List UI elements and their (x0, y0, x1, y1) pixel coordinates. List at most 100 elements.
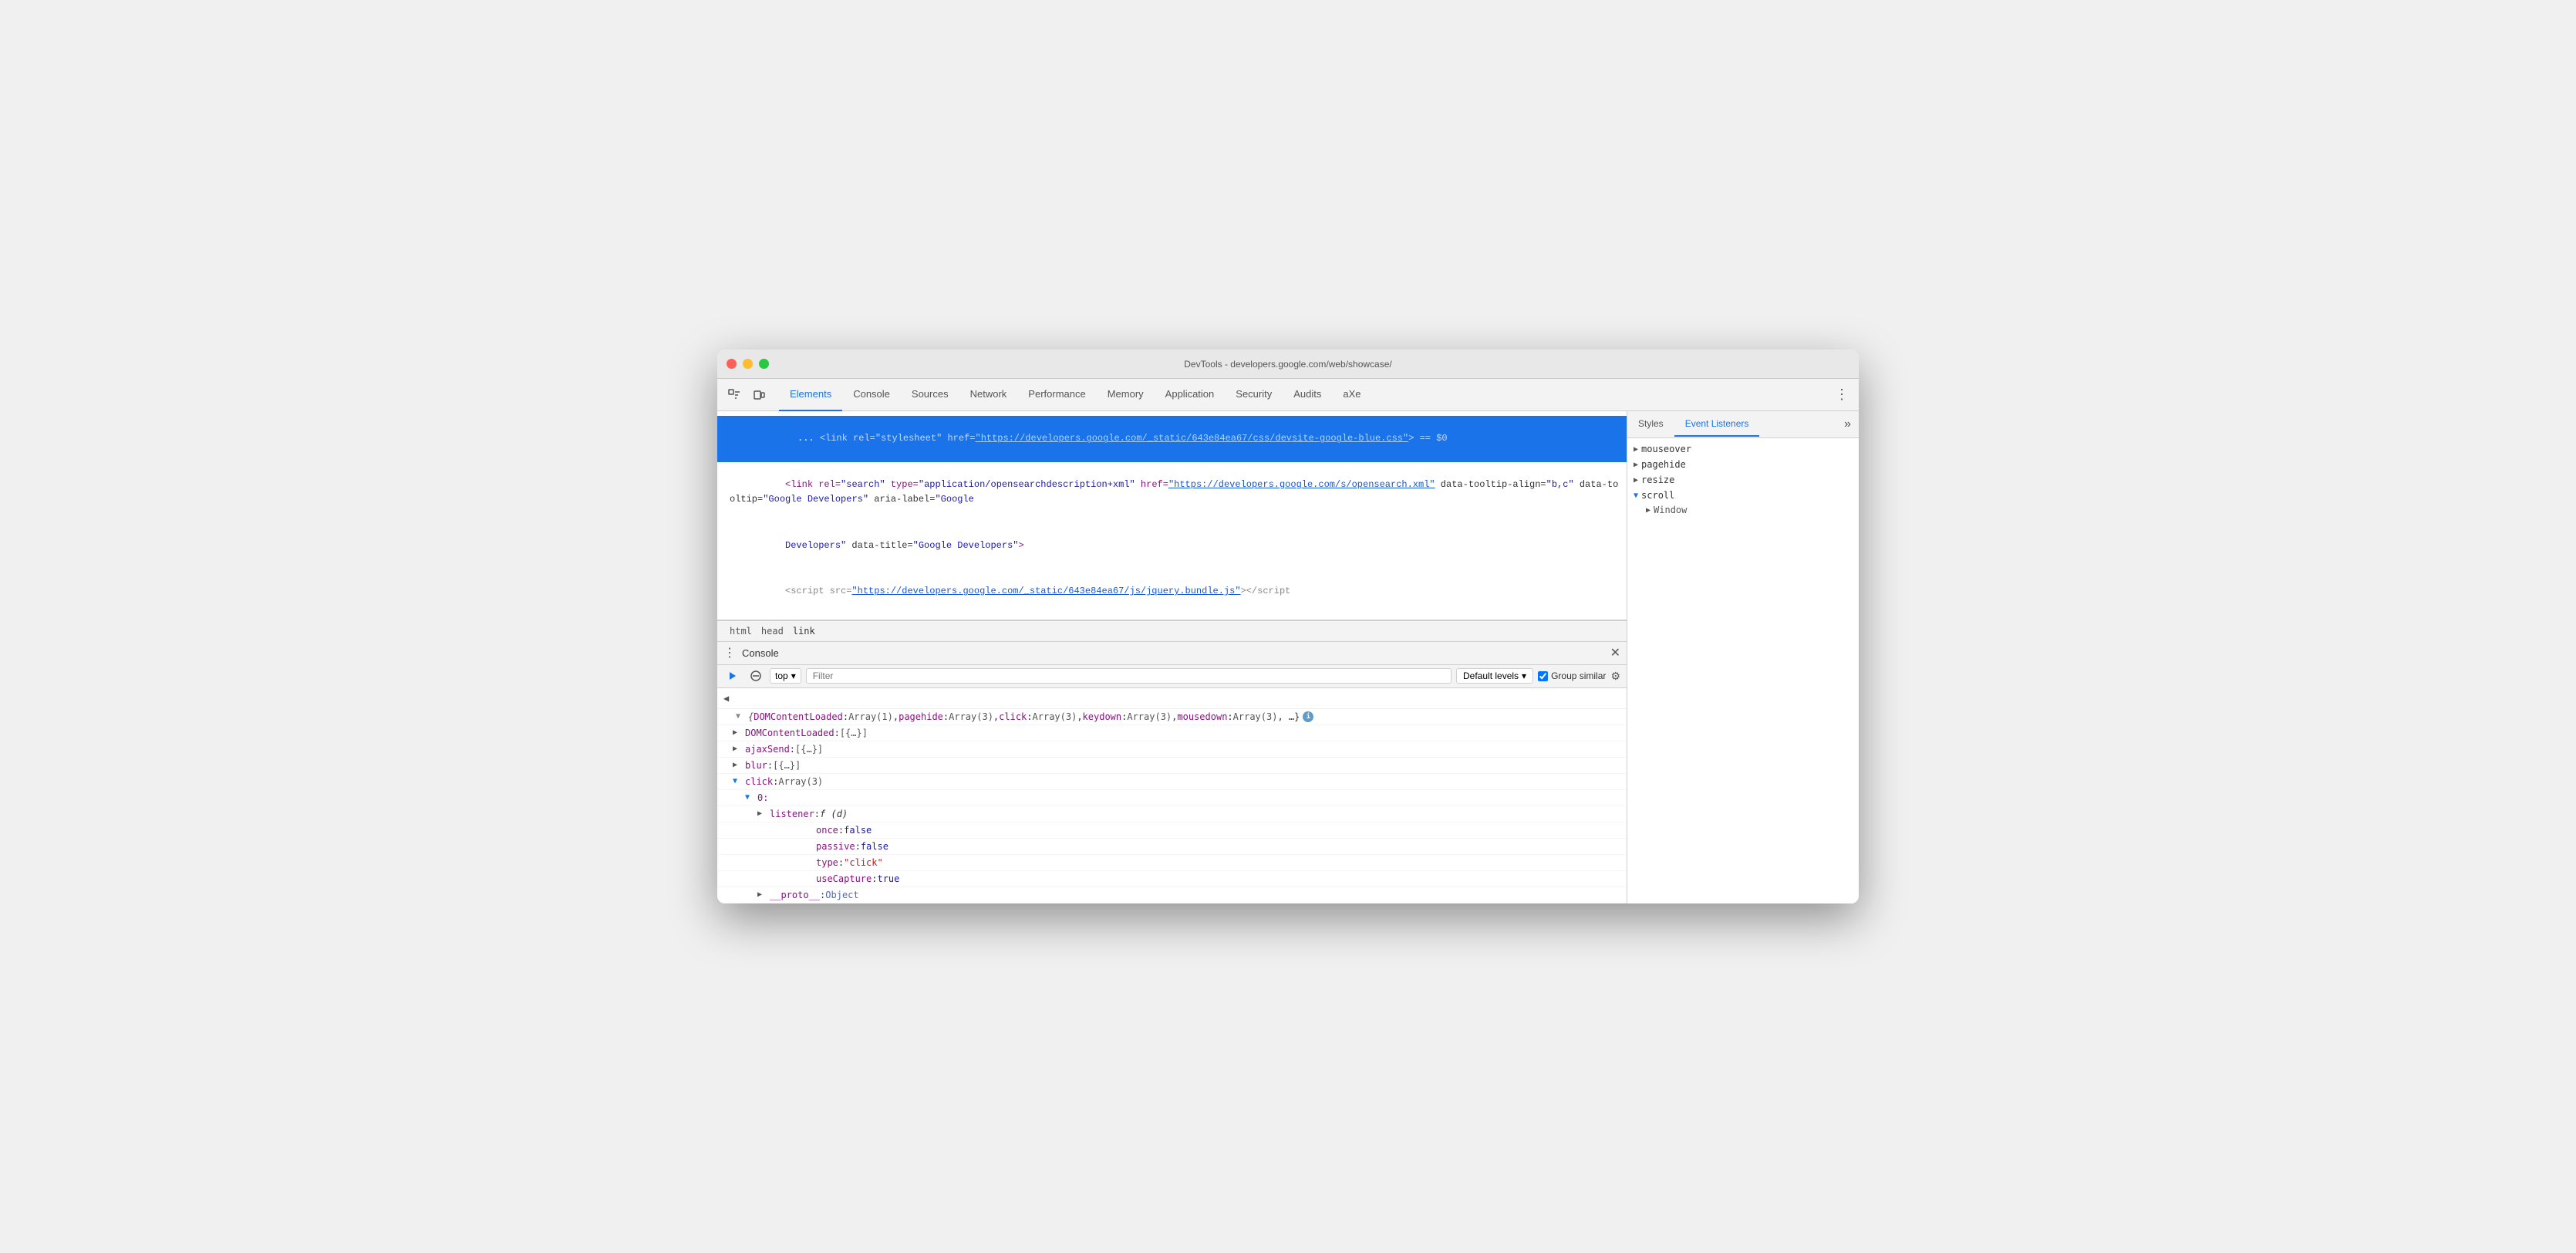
href2-attr: href= (1135, 479, 1168, 490)
entry-usecapture[interactable]: useCapture: true (717, 871, 1627, 887)
event-item-mouseover[interactable]: ▶ mouseover (1627, 441, 1859, 457)
group-similar-checkbox[interactable] (1538, 671, 1548, 681)
tab-elements[interactable]: Elements (779, 379, 842, 411)
dom-line-3[interactable]: <script src="https://developers.google.c… (717, 569, 1627, 615)
opensearch-url[interactable]: "https://developers.google.com/s/opensea… (1168, 479, 1435, 490)
tab-audits[interactable]: Audits (1283, 379, 1332, 411)
dom-line-2b: Developers" data-title="Google Developer… (717, 523, 1627, 569)
pagehide-expand-icon[interactable]: ▶ (1634, 461, 1638, 469)
type-val: "application/opensearchdescription+xml" (919, 479, 1135, 490)
entry-type[interactable]: type: "click" (717, 855, 1627, 871)
devtools-window: DevTools - developers.google.com/web/sho… (717, 350, 1859, 903)
context-selector[interactable]: top ▾ (770, 668, 801, 684)
console-output: ◀ ▼ {DOMContentLoaded: Array(1), pagehid… (717, 688, 1627, 903)
maximize-button[interactable] (759, 359, 769, 369)
window-expand-icon[interactable]: ▶ (1646, 506, 1650, 515)
back-arrow-icon[interactable]: ◀ (723, 693, 729, 704)
stylesheet-url[interactable]: "https://developers.google.com/_static/6… (976, 433, 1409, 444)
expand-arrow-domcl[interactable]: ▶ (733, 728, 737, 737)
main-content: ... <link rel="stylesheet" href="https:/… (717, 411, 1859, 903)
key-once: once (770, 825, 838, 836)
tab-performance[interactable]: Performance (1017, 379, 1096, 411)
tab-styles[interactable]: Styles (1627, 412, 1674, 437)
sep-passive: : (855, 841, 861, 852)
entry-domcontentloaded[interactable]: ▶ DOMContentLoaded: [{…}] (717, 725, 1627, 741)
key-idx0: 0: (757, 792, 768, 803)
entry-once[interactable]: once: false (717, 822, 1627, 839)
window-title: DevTools - developers.google.com/web/sho… (1184, 359, 1391, 370)
expand-arrow-proto[interactable]: ▶ (757, 890, 762, 899)
window-label: Window (1654, 505, 1687, 515)
breadcrumb-link[interactable]: link (790, 624, 818, 638)
toolbar-icons (723, 384, 770, 406)
close-button[interactable] (727, 359, 737, 369)
info-icon[interactable]: i (1303, 711, 1313, 722)
key-blur: blur (745, 760, 767, 771)
expand-arrow-ajax[interactable]: ▶ (733, 745, 737, 753)
more-tabs-icon[interactable]: ⋮ (1831, 384, 1853, 406)
expand-arrow-listener[interactable]: ▶ (757, 809, 762, 818)
key-ajaxsend: ajaxSend (745, 744, 790, 755)
entry-click[interactable]: ▼ click: Array(3) (717, 774, 1627, 790)
entry-ajaxsend[interactable]: ▶ ajaxSend: [{…}] (717, 741, 1627, 758)
console-entry-root[interactable]: ▼ {DOMContentLoaded: Array(1), pagehide:… (717, 709, 1627, 725)
console-settings-icon[interactable]: ⚙ (1610, 670, 1620, 683)
inspect-element-icon[interactable] (723, 384, 745, 406)
arr4: Array(3) (1127, 711, 1172, 722)
console-header: ⋮ Console ✕ (717, 642, 1627, 665)
entry-passive[interactable]: passive: false (717, 839, 1627, 855)
scroll-expand-icon[interactable]: ▼ (1634, 491, 1638, 500)
tab-application[interactable]: Application (1155, 379, 1226, 411)
tab-memory[interactable]: Memory (1097, 379, 1155, 411)
entry-index-0[interactable]: ▼ 0: (717, 790, 1627, 806)
val-blur: [{…}] (773, 760, 801, 771)
dom-line-2[interactable]: <link rel="search" type="application/ope… (717, 462, 1627, 523)
key-domcontentloaded: DOMContentLoaded (745, 728, 835, 738)
arr1: Array(1) (848, 711, 893, 722)
val-type: "click" (844, 857, 883, 868)
event-item-pagehide[interactable]: ▶ pagehide (1627, 457, 1859, 472)
tab-sources[interactable]: Sources (901, 379, 959, 411)
entry-proto[interactable]: ▶ __proto__: Object (717, 887, 1627, 903)
console-menu-icon[interactable]: ⋮ (723, 645, 736, 660)
expand-arrow-idx0[interactable]: ▼ (745, 793, 750, 802)
more-right-tabs-icon[interactable]: » (1836, 411, 1859, 437)
expand-arrow-blur[interactable]: ▶ (733, 761, 737, 769)
device-toolbar-icon[interactable] (748, 384, 770, 406)
root-key-pagehide: pagehide (899, 711, 943, 722)
block-icon[interactable] (747, 667, 765, 685)
resize-label: resize (1641, 475, 1674, 485)
event-item-resize[interactable]: ▶ resize (1627, 472, 1859, 488)
entry-blur[interactable]: ▶ blur: [{…}] (717, 758, 1627, 774)
tab-security[interactable]: Security (1225, 379, 1283, 411)
ellipsis: ... (797, 433, 820, 444)
mouseover-expand-icon[interactable]: ▶ (1634, 445, 1638, 454)
run-script-icon[interactable] (723, 667, 742, 685)
tab-axe[interactable]: aXe (1332, 379, 1371, 411)
expand-arrow-click[interactable]: ▼ (733, 777, 737, 785)
jquery-url[interactable]: "https://developers.google.com/_static/6… (851, 586, 1240, 596)
console-close-icon[interactable]: ✕ (1610, 645, 1620, 660)
main-tabs: Elements Console Sources Network Perform… (779, 379, 1831, 411)
dom-line-selected[interactable]: ... <link rel="stylesheet" href="https:/… (717, 416, 1627, 462)
tab-console[interactable]: Console (842, 379, 901, 411)
breadcrumb-head[interactable]: head (758, 624, 787, 638)
resize-expand-icon[interactable]: ▶ (1634, 476, 1638, 485)
key-passive: passive (770, 841, 855, 852)
sep-proto: : (820, 890, 825, 900)
breadcrumb-html[interactable]: html (727, 624, 755, 638)
colon1: : (843, 711, 848, 722)
comma1: , (893, 711, 899, 722)
tab-network[interactable]: Network (959, 379, 1018, 411)
event-item-scroll[interactable]: ▼ scroll (1627, 488, 1859, 503)
tab-event-listeners[interactable]: Event Listeners (1674, 412, 1760, 437)
levels-selector[interactable]: Default levels ▾ (1456, 668, 1533, 684)
selected-suffix: > == $0 (1408, 433, 1447, 444)
sep-domcl: : (835, 728, 840, 738)
minimize-button[interactable] (743, 359, 753, 369)
scroll-child-window[interactable]: ▶ Window (1627, 503, 1859, 517)
filter-input[interactable] (806, 668, 1452, 684)
entry-listener[interactable]: ▶ listener: f (d) (717, 806, 1627, 822)
expand-arrow-root[interactable]: ▼ (736, 712, 740, 721)
sep-once: : (838, 825, 844, 836)
